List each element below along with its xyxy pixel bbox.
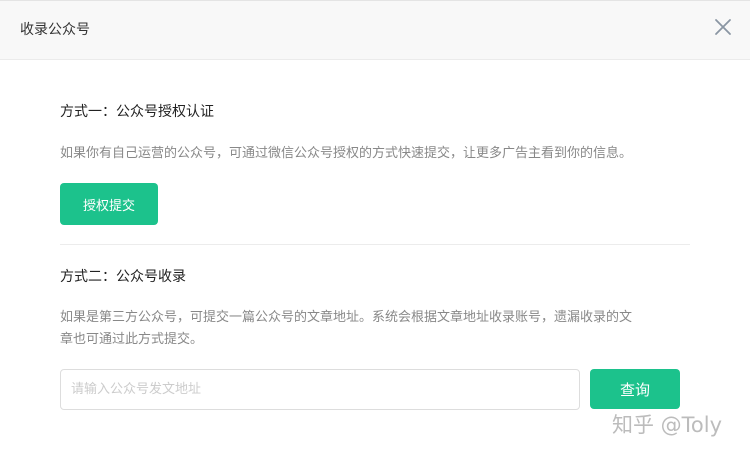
watermark: 知乎 @Toly (612, 413, 723, 437)
method-two-description-line1: 如果是第三方公众号，可提交一篇公众号的文章地址。系统会根据文章地址收录账号，遗漏… (60, 310, 633, 325)
article-url-input[interactable] (60, 369, 580, 410)
authorize-submit-button[interactable]: 授权提交 (60, 183, 158, 225)
close-icon (715, 19, 731, 35)
method-one-title: 方式一：公众号授权认证 (60, 104, 214, 120)
dialog-title: 收录公众号 (20, 22, 90, 38)
divider (60, 244, 690, 245)
dialog-header: 收录公众号 (0, 1, 750, 60)
query-button[interactable]: 查询 (590, 369, 680, 409)
close-button[interactable] (711, 16, 735, 40)
method-two-description-line2: 章也可通过此方式提交。 (60, 332, 204, 347)
method-one-description: 如果你有自己运营的公众号，可通过微信公众号授权的方式快速提交，让更多广告主看到你… (60, 146, 633, 161)
dialog: 收录公众号 方式一：公众号授权认证 如果你有自己运营的公众号，可通过微信公众号授… (0, 0, 750, 458)
method-two-title: 方式二：公众号收录 (60, 269, 186, 285)
